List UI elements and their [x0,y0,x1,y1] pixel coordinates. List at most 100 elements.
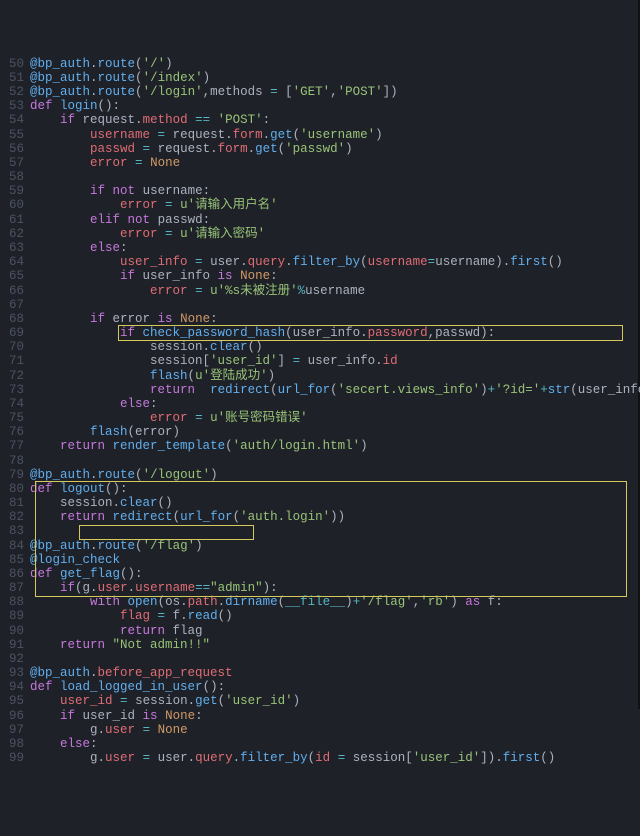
code-line[interactable]: with open(os.path.dirname(__file__)+'/fl… [30,595,640,609]
code-line[interactable]: error = u'%s未被注册'%username [30,284,640,298]
line-number: 79 [6,468,24,482]
line-number-gutter: 5051525354555657585960616263646566676869… [0,57,30,766]
line-number: 54 [6,113,24,127]
line-number: 89 [6,609,24,623]
code-line[interactable]: if request.method == 'POST': [30,113,640,127]
line-number: 53 [6,99,24,113]
code-line[interactable]: @bp_auth.route('/') [30,57,640,71]
code-line[interactable] [30,298,640,312]
code-line[interactable]: def load_logged_in_user(): [30,680,640,694]
line-number: 60 [6,198,24,212]
code-line[interactable]: else: [30,397,640,411]
line-number: 88 [6,595,24,609]
line-number: 55 [6,128,24,142]
line-number: 99 [6,751,24,765]
line-number: 77 [6,439,24,453]
code-line[interactable]: @bp_auth.route('/logout') [30,468,640,482]
code-line[interactable]: return render_template('auth/login.html'… [30,439,640,453]
line-number: 82 [6,510,24,524]
line-number: 97 [6,723,24,737]
line-number: 61 [6,213,24,227]
code-line[interactable]: else: [30,241,640,255]
line-number: 71 [6,354,24,368]
line-number: 68 [6,312,24,326]
code-line[interactable]: flash(error) [30,425,640,439]
line-number: 85 [6,553,24,567]
line-number: 70 [6,340,24,354]
line-number: 73 [6,383,24,397]
line-number: 62 [6,227,24,241]
code-line[interactable]: user_id = session.get('user_id') [30,694,640,708]
line-number: 86 [6,567,24,581]
code-line[interactable]: if user_id is None: [30,709,640,723]
code-line[interactable]: def logout(): [30,482,640,496]
line-number: 80 [6,482,24,496]
line-number: 94 [6,680,24,694]
code-line[interactable]: @login_check [30,553,640,567]
line-number: 67 [6,298,24,312]
code-line[interactable]: @bp_auth.route('/login',methods = ['GET'… [30,85,640,99]
code-line[interactable]: def get_flag(): [30,567,640,581]
code-line[interactable]: else: [30,737,640,751]
code-line[interactable]: if user_info is None: [30,269,640,283]
code-line[interactable]: return redirect(url_for('auth.login')) [30,510,640,524]
code-line[interactable]: if error is None: [30,312,640,326]
line-number: 95 [6,694,24,708]
line-number: 66 [6,284,24,298]
code-line[interactable]: session['user_id'] = user_info.id [30,354,640,368]
code-line[interactable]: g.user = None [30,723,640,737]
line-number: 90 [6,624,24,638]
code-line[interactable]: error = u'请输入密码' [30,227,640,241]
line-number: 84 [6,539,24,553]
code-line[interactable] [30,652,640,666]
code-line[interactable]: def login(): [30,99,640,113]
line-number: 63 [6,241,24,255]
line-number: 87 [6,581,24,595]
code-line[interactable]: elif not passwd: [30,213,640,227]
line-number: 51 [6,71,24,85]
line-number: 56 [6,142,24,156]
line-number: 92 [6,652,24,666]
code-line[interactable]: error = u'账号密码错误' [30,411,640,425]
code-area[interactable]: @bp_auth.route('/')@bp_auth.route('/inde… [30,57,640,766]
line-number: 91 [6,638,24,652]
code-line[interactable]: passwd = request.form.get('passwd') [30,142,640,156]
line-number: 74 [6,397,24,411]
code-line[interactable]: flash(u'登陆成功') [30,369,640,383]
line-number: 72 [6,369,24,383]
code-line[interactable]: return flag [30,624,640,638]
line-number: 59 [6,184,24,198]
code-line[interactable]: session.clear() [30,340,640,354]
code-line[interactable]: username = request.form.get('username') [30,128,640,142]
code-line[interactable]: error = u'请输入用户名' [30,198,640,212]
line-number: 52 [6,85,24,99]
code-line[interactable]: @bp_auth.route('/index') [30,71,640,85]
line-number: 75 [6,411,24,425]
code-line[interactable]: flag = f.read() [30,609,640,623]
line-number: 65 [6,269,24,283]
code-line[interactable]: user_info = user.query.filter_by(usernam… [30,255,640,269]
code-line[interactable] [30,524,640,538]
code-editor: 5051525354555657585960616263646566676869… [0,57,638,766]
code-line[interactable]: return "Not admin!!" [30,638,640,652]
code-line[interactable]: if not username: [30,184,640,198]
code-line[interactable]: @bp_auth.route('/flag') [30,539,640,553]
line-number: 93 [6,666,24,680]
code-line[interactable]: error = None [30,156,640,170]
code-line[interactable]: if check_password_hash(user_info.passwor… [30,326,640,340]
code-line[interactable]: if(g.user.username=="admin"): [30,581,640,595]
line-number: 78 [6,454,24,468]
code-line[interactable]: @bp_auth.before_app_request [30,666,640,680]
code-line[interactable] [30,170,640,184]
line-number: 76 [6,425,24,439]
code-line[interactable] [30,454,640,468]
code-line[interactable]: return redirect(url_for('secert.views_in… [30,383,640,397]
code-line[interactable]: session.clear() [30,496,640,510]
line-number: 64 [6,255,24,269]
code-line[interactable]: g.user = user.query.filter_by(id = sessi… [30,751,640,765]
line-number: 96 [6,709,24,723]
line-number: 58 [6,170,24,184]
line-number: 98 [6,737,24,751]
line-number: 69 [6,326,24,340]
line-number: 81 [6,496,24,510]
